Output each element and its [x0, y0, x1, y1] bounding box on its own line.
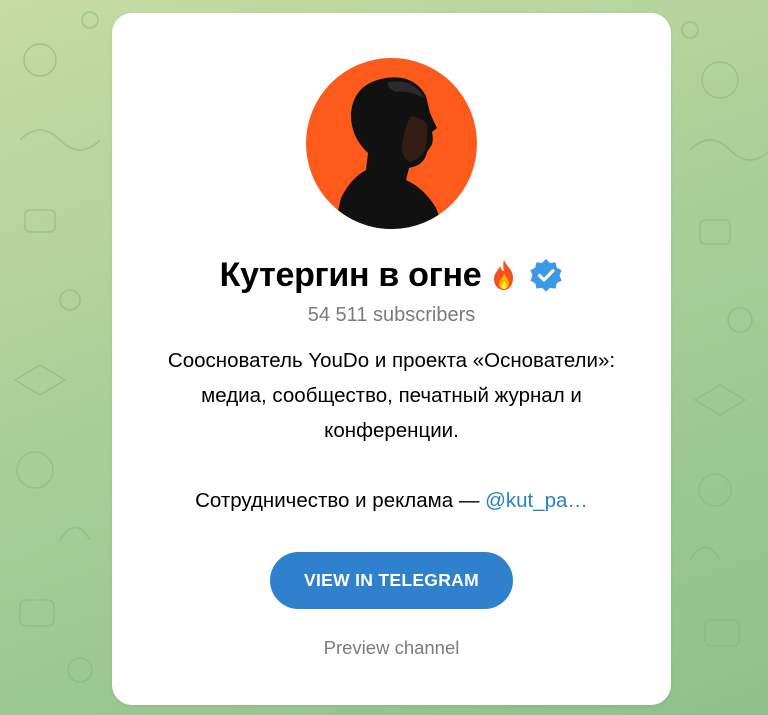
contact-line: Сотрудничество и реклама — @kut_pa… — [132, 483, 651, 518]
fire-icon — [491, 259, 517, 291]
portrait-silhouette — [334, 77, 444, 229]
verified-check-icon — [529, 258, 563, 292]
description-line: конференции. — [324, 419, 459, 442]
description-line: Сооснователь YouDo и проекта «Основатели… — [167, 349, 616, 372]
preview-channel-link[interactable]: Preview channel — [112, 637, 671, 659]
view-in-telegram-button[interactable]: VIEW IN TELEGRAM — [270, 552, 513, 609]
channel-title-row: Кутергин в огне — [112, 253, 671, 297]
channel-title: Кутергин в огне — [219, 255, 482, 294]
description-line: медиа, сообщество, печатный журнал и — [201, 384, 582, 407]
channel-card: Кутергин в огне 54 511 subscribers Соосн… — [112, 13, 671, 705]
description-spacer — [132, 448, 651, 483]
channel-description: Сооснователь YouDo и проекта «Основатели… — [132, 343, 651, 518]
contact-prefix: Сотрудничество и реклама — — [195, 489, 486, 512]
channel-avatar — [306, 58, 477, 229]
subscriber-count: 54 511 subscribers — [307, 304, 476, 326]
contact-username-link[interactable]: @kut_pa… — [485, 489, 588, 512]
